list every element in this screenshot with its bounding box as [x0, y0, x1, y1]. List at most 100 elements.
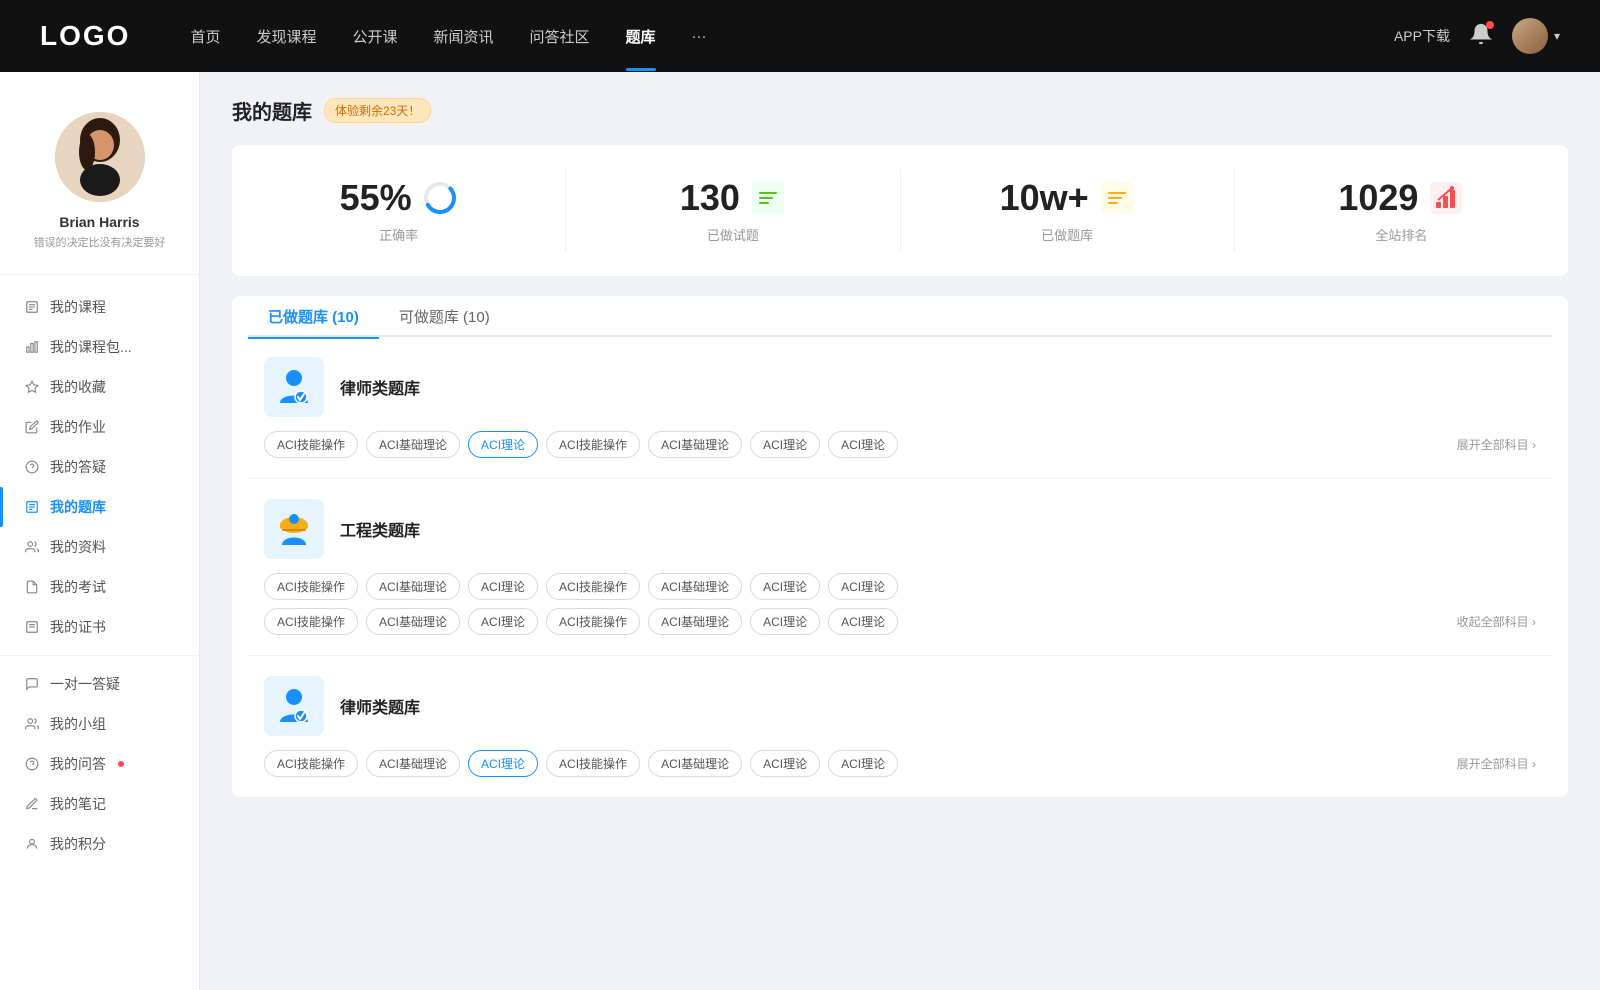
nav-home[interactable]: 首页: [190, 26, 220, 47]
navbar-right: APP下载 ▾: [1394, 18, 1560, 54]
tag[interactable]: ACI基础理论: [366, 431, 460, 458]
sidebar-item-certificate[interactable]: 我的证书: [0, 607, 199, 647]
tag[interactable]: ACI理论: [750, 431, 820, 458]
nav-news[interactable]: 新闻资讯: [434, 26, 494, 47]
tags-row-2-row2: ACI技能操作 ACI基础理论 ACI理论 ACI技能操作 ACI基础理论 AC…: [264, 608, 1536, 635]
navbar: LOGO 首页 发现课程 公开课 新闻资讯 问答社区 题库 ··· APP下载 …: [0, 0, 1600, 72]
tag[interactable]: ACI技能操作: [546, 750, 640, 777]
tag[interactable]: ACI基础理论: [648, 608, 742, 635]
tag[interactable]: ACI技能操作: [546, 608, 640, 635]
tab-done[interactable]: 已做题库 (10): [248, 296, 379, 337]
tag[interactable]: ACI理论: [828, 750, 898, 777]
nav-qa[interactable]: 问答社区: [530, 26, 590, 47]
nav-more[interactable]: ···: [692, 28, 707, 45]
nav-quiz[interactable]: 题库: [626, 26, 656, 47]
tag[interactable]: ACI理论: [750, 608, 820, 635]
tag[interactable]: ACI理论: [750, 750, 820, 777]
bank-section-1: 律师类题库 ACI技能操作 ACI基础理论 ACI理论 ACI技能操作 ACI基…: [248, 337, 1552, 479]
tag[interactable]: ACI技能操作: [264, 573, 358, 600]
tags-row-2-row1: ACI技能操作 ACI基础理论 ACI理论 ACI技能操作 ACI基础理论 AC…: [264, 573, 1536, 600]
trial-badge: 体验剩余23天！: [324, 98, 431, 123]
question2-icon: [24, 756, 40, 772]
tag[interactable]: ACI技能操作: [546, 431, 640, 458]
tag[interactable]: ACI基础理论: [648, 431, 742, 458]
sidebar-item-label: 我的资料: [50, 537, 106, 557]
sidebar-item-qa-mine[interactable]: 我的答疑: [0, 447, 199, 487]
sidebar-username: Brian Harris: [16, 214, 183, 230]
bar-chart-icon: [24, 339, 40, 355]
exam-icon: [24, 579, 40, 595]
sidebar-item-questions[interactable]: 我的问答: [0, 744, 199, 784]
group-icon: [24, 716, 40, 732]
sidebar-item-profile[interactable]: 我的资料: [0, 527, 199, 567]
sidebar-item-exam[interactable]: 我的考试: [0, 567, 199, 607]
certificate-icon: [24, 619, 40, 635]
tag-active[interactable]: ACI理论: [468, 750, 538, 777]
sidebar-item-label: 我的问答: [50, 754, 106, 774]
nav-discover[interactable]: 发现课程: [256, 26, 316, 47]
user-avatar-area[interactable]: ▾: [1512, 18, 1560, 54]
tag[interactable]: ACI技能操作: [264, 431, 358, 458]
bank-section-2: 工程类题库 ACI技能操作 ACI基础理论 ACI理论 ACI技能操作 ACI基…: [248, 479, 1552, 656]
tab-available[interactable]: 可做题库 (10): [379, 296, 510, 337]
sidebar-motto: 错误的决定比没有决定要好: [16, 234, 183, 250]
tag[interactable]: ACI理论: [468, 573, 538, 600]
profile-icon: [24, 539, 40, 555]
tag[interactable]: ACI技能操作: [264, 608, 358, 635]
tags-row-3: ACI技能操作 ACI基础理论 ACI理论 ACI技能操作 ACI基础理论 AC…: [264, 750, 1536, 777]
avatar: [1512, 18, 1548, 54]
stat-label-ranking: 全站排名: [1255, 225, 1548, 244]
sidebar-item-label: 我的积分: [50, 834, 106, 854]
tag[interactable]: ACI基础理论: [366, 573, 460, 600]
sidebar-item-notes[interactable]: 我的笔记: [0, 784, 199, 824]
expand-btn-1[interactable]: 展开全部科目 ›: [1457, 436, 1536, 453]
sidebar-item-quiz-bank[interactable]: 我的题库: [0, 487, 199, 527]
tag[interactable]: ACI技能操作: [546, 573, 640, 600]
tag[interactable]: ACI理论: [828, 431, 898, 458]
tag[interactable]: ACI基础理论: [366, 750, 460, 777]
tag[interactable]: ACI基础理论: [648, 750, 742, 777]
sidebar-item-group[interactable]: 我的小组: [0, 704, 199, 744]
quiz-icon: [24, 499, 40, 515]
unread-dot: [118, 761, 124, 767]
stat-accuracy: 55% 正确率: [232, 169, 566, 252]
tag[interactable]: ACI理论: [468, 608, 538, 635]
question-icon: [24, 459, 40, 475]
tag-active[interactable]: ACI理论: [468, 431, 538, 458]
sidebar-item-favorites[interactable]: 我的收藏: [0, 367, 199, 407]
sidebar-item-courses[interactable]: 我的课程: [0, 287, 199, 327]
sidebar-item-label: 我的作业: [50, 417, 106, 437]
collapse-btn-2[interactable]: 收起全部科目 ›: [1457, 613, 1536, 630]
sidebar-item-course-package[interactable]: 我的课程包...: [0, 327, 199, 367]
tag[interactable]: ACI技能操作: [264, 750, 358, 777]
sidebar-item-homework[interactable]: 我的作业: [0, 407, 199, 447]
expand-btn-3[interactable]: 展开全部科目 ›: [1457, 755, 1536, 772]
bank-title-2: 工程类题库: [340, 517, 420, 541]
list-green-icon: [750, 180, 786, 216]
homework-icon: [24, 419, 40, 435]
tag[interactable]: ACI理论: [828, 573, 898, 600]
sidebar-nav: 我的课程 我的课程包... 我的收藏 我的作业: [0, 275, 199, 876]
bank-section-3: 律师类题库 ACI技能操作 ACI基础理论 ACI理论 ACI技能操作 ACI基…: [248, 656, 1552, 797]
sidebar-item-label: 我的课程包...: [50, 337, 132, 357]
sidebar-item-label: 我的课程: [50, 297, 106, 317]
pencil-icon: [24, 796, 40, 812]
bank-header-1: 律师类题库: [264, 357, 1536, 417]
stat-value-banks: 10w+: [1000, 177, 1089, 219]
tag[interactable]: ACI基础理论: [366, 608, 460, 635]
tag[interactable]: ACI理论: [750, 573, 820, 600]
main-content: 我的题库 体验剩余23天！ 55% 正确率: [200, 72, 1600, 990]
tag[interactable]: ACI理论: [828, 608, 898, 635]
document-icon: [24, 299, 40, 315]
tag[interactable]: ACI基础理论: [648, 573, 742, 600]
sidebar-item-points[interactable]: 我的积分: [0, 824, 199, 864]
stat-value-accuracy: 55%: [340, 177, 412, 219]
app-download-btn[interactable]: APP下载: [1394, 26, 1450, 46]
logo: LOGO: [40, 20, 130, 52]
nav-open-course[interactable]: 公开课: [352, 26, 397, 47]
sidebar-item-label: 我的答疑: [50, 457, 106, 477]
notification-bell[interactable]: [1470, 23, 1492, 50]
sidebar-item-1on1[interactable]: 一对一答疑: [0, 664, 199, 704]
stat-questions: 130 已做试题: [566, 169, 900, 252]
sidebar-item-label: 我的证书: [50, 617, 106, 637]
